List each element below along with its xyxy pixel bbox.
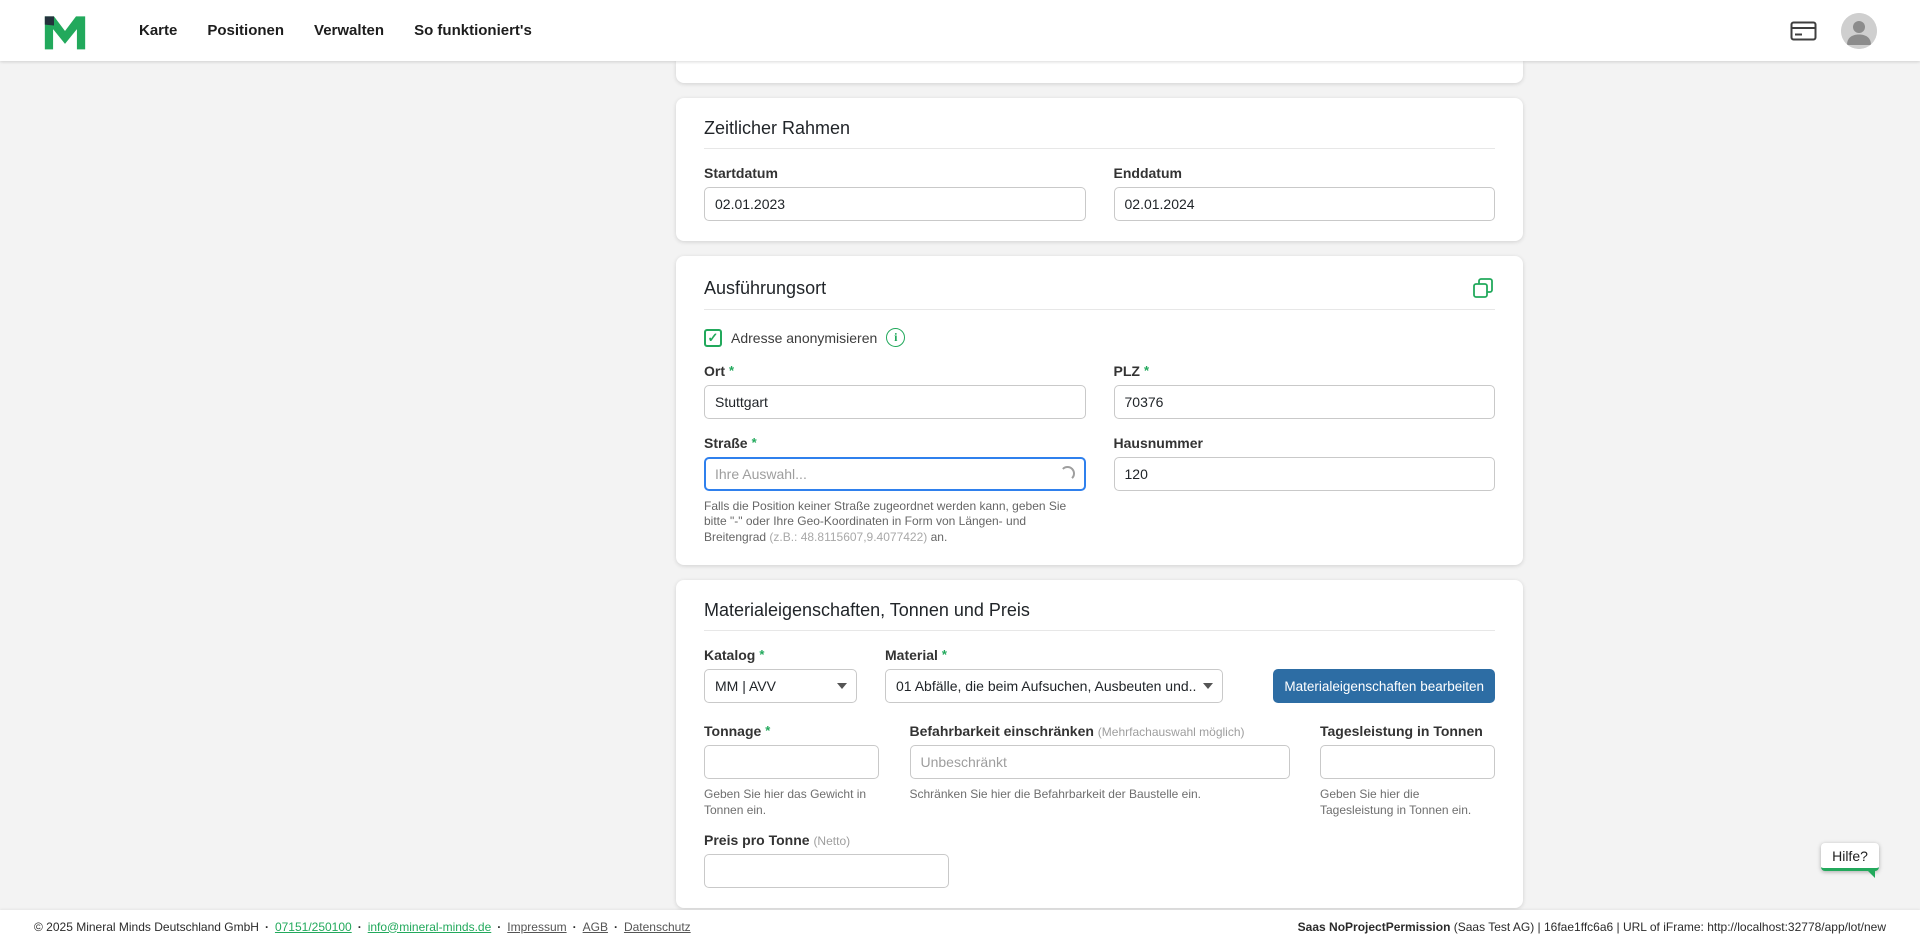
ort-input[interactable] [704, 385, 1086, 419]
card-material: Materialeigenschaften, Tonnen und Preis … [676, 580, 1523, 908]
logo-m-icon [43, 10, 87, 52]
top-navbar: Karte Positionen Verwalten So funktionie… [0, 0, 1920, 61]
card-zeitlicher-rahmen: Zeitlicher Rahmen Startdatum Enddatum [676, 98, 1523, 241]
required-asterisk: * [752, 435, 757, 450]
required-asterisk: * [765, 723, 770, 738]
required-asterisk: * [759, 647, 764, 662]
form-content: Zeitlicher Rahmen Startdatum Enddatum Au… [676, 61, 1523, 923]
field-startdatum: Startdatum [704, 165, 1086, 221]
nav-item-so-funktionierts[interactable]: So funktioniert's [414, 22, 532, 39]
impressum-link[interactable]: Impressum [507, 920, 566, 934]
material-label: Material* [885, 647, 1223, 663]
separator-dot [491, 920, 507, 934]
phone-link[interactable]: 07151/250100 [275, 920, 352, 934]
loading-spinner-icon [1060, 466, 1075, 481]
anonymize-label[interactable]: Adresse anonymisieren [731, 330, 877, 346]
enddatum-input[interactable] [1114, 187, 1496, 221]
tonnage-help-text: Geben Sie hier das Gewicht in Tonnen ein… [704, 787, 879, 818]
field-hausnummer: Hausnummer [1114, 435, 1496, 545]
field-befahrbarkeit: Befahrbarkeit einschränken (Mehrfachausw… [910, 723, 1290, 818]
card-icon[interactable] [1790, 20, 1817, 42]
field-material: Material* 01 Abfälle, die beim Aufsuchen… [885, 647, 1223, 703]
befahrbarkeit-label: Befahrbarkeit einschränken (Mehrfachausw… [910, 723, 1290, 739]
befahrbarkeit-input[interactable] [910, 745, 1290, 779]
required-asterisk: * [942, 647, 947, 662]
plz-input[interactable] [1114, 385, 1496, 419]
card-title: Ausführungsort [704, 278, 826, 299]
divider [704, 309, 1495, 310]
required-asterisk: * [1144, 363, 1149, 378]
tagesleistung-help-text: Geben Sie hier die Tagesleistung in Tonn… [1320, 787, 1495, 818]
separator-dot [259, 920, 275, 934]
befahrbarkeit-help-text: Schränken Sie hier die Befahrbarkeit der… [910, 787, 1290, 803]
datenschutz-link[interactable]: Datenschutz [624, 920, 691, 934]
strasse-help-text: Falls die Position keiner Straße zugeord… [704, 499, 1084, 545]
nav-item-verwalten[interactable]: Verwalten [314, 22, 384, 39]
required-asterisk: * [729, 363, 734, 378]
field-tagesleistung: Tagesleistung in Tonnen Geben Sie hier d… [1320, 723, 1495, 818]
environment-details: (Saas Test AG) | 16fae1ffc6a6 | URL of i… [1450, 920, 1886, 934]
nav-item-positionen[interactable]: Positionen [207, 22, 284, 39]
main-navigation: Karte Positionen Verwalten So funktionie… [139, 22, 532, 39]
field-enddatum: Enddatum [1114, 165, 1496, 221]
strasse-input[interactable] [704, 457, 1086, 491]
tonnage-input[interactable] [704, 745, 879, 779]
field-tonnage: Tonnage* Geben Sie hier das Gewicht in T… [704, 723, 879, 818]
info-icon[interactable] [886, 328, 905, 347]
field-ort: Ort* [704, 363, 1086, 419]
card-bottom-partial [676, 61, 1523, 83]
hausnummer-label: Hausnummer [1114, 435, 1496, 451]
person-icon [1841, 13, 1877, 49]
strasse-label: Straße* [704, 435, 1086, 451]
agb-link[interactable]: AGB [583, 920, 608, 934]
nav-item-karte[interactable]: Karte [139, 22, 177, 39]
card-title: Zeitlicher Rahmen [704, 118, 850, 139]
tagesleistung-input[interactable] [1320, 745, 1495, 779]
divider [704, 148, 1495, 149]
mineral-minds-logo[interactable] [43, 9, 87, 53]
duplicate-icon[interactable] [1471, 276, 1495, 300]
environment-info: Saas NoProjectPermission (Saas Test AG) … [1298, 920, 1886, 934]
startdatum-input[interactable] [704, 187, 1086, 221]
material-select[interactable]: 01 Abfälle, die beim Aufsuchen, Ausbeute… [885, 669, 1223, 703]
user-avatar[interactable] [1841, 13, 1877, 49]
hausnummer-input[interactable] [1114, 457, 1496, 491]
tagesleistung-label: Tagesleistung in Tonnen [1320, 723, 1495, 739]
anonymize-checkbox[interactable] [704, 329, 722, 347]
katalog-select[interactable]: MM | AVV [704, 669, 857, 703]
separator-dot [608, 920, 624, 934]
field-strasse: Straße* Falls die Position keiner Straße… [704, 435, 1086, 545]
chevron-down-icon [837, 683, 847, 689]
startdatum-label: Startdatum [704, 165, 1086, 181]
ort-label: Ort* [704, 363, 1086, 379]
katalog-label: Katalog* [704, 647, 857, 663]
field-preis: Preis pro Tonne (Netto) [704, 832, 949, 888]
help-button[interactable]: Hilfe? [1821, 843, 1879, 871]
email-link[interactable]: info@mineral-minds.de [368, 920, 492, 934]
chevron-down-icon [1203, 683, 1213, 689]
card-ausfuehrungsort: Ausführungsort Adresse anonymisieren Ort… [676, 256, 1523, 565]
separator-dot [567, 920, 583, 934]
environment-name: Saas NoProjectPermission [1298, 920, 1451, 934]
separator-dot [352, 920, 368, 934]
enddatum-label: Enddatum [1114, 165, 1496, 181]
field-plz: PLZ* [1114, 363, 1496, 419]
divider [704, 630, 1495, 631]
footer: © 2025 Mineral Minds Deutschland GmbH 07… [0, 910, 1920, 943]
field-katalog: Katalog* MM | AVV [704, 647, 857, 703]
preis-input[interactable] [704, 854, 949, 888]
preis-label: Preis pro Tonne (Netto) [704, 832, 949, 848]
plz-label: PLZ* [1114, 363, 1496, 379]
copyright-text: © 2025 Mineral Minds Deutschland GmbH [34, 920, 259, 934]
tonnage-label: Tonnage* [704, 723, 879, 739]
card-title: Materialeigenschaften, Tonnen und Preis [704, 600, 1030, 621]
edit-material-properties-button[interactable]: Materialeigenschaften bearbeiten [1273, 669, 1495, 703]
